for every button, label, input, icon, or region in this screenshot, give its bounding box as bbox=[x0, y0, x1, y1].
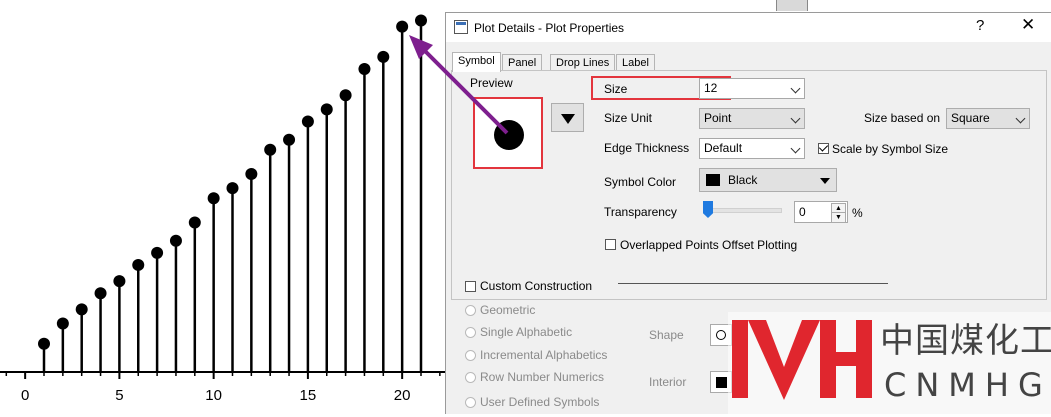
cnmhg-logo: 中国煤化工 CNMHG bbox=[728, 312, 1051, 414]
tab-symbol[interactable]: Symbol bbox=[452, 52, 501, 72]
logo-en-text: CNMHG bbox=[884, 366, 1051, 404]
logo-graphic: 中国煤化工 CNMHG bbox=[728, 312, 1051, 414]
logo-cn-text: 中国煤化工 bbox=[880, 321, 1051, 361]
